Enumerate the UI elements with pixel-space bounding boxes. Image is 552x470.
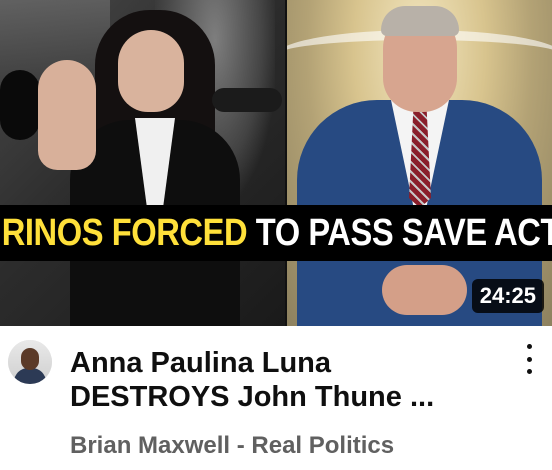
banner-yellow-text: RINOS FORCED	[1, 211, 248, 254]
video-card[interactable]: RINOS FORCED TO PASS SAVE ACT??? 24:25 A…	[0, 0, 552, 470]
video-title-line2: DESTROYS John Thune ...	[70, 381, 435, 413]
channel-avatar[interactable]	[8, 340, 52, 384]
thumbnail-left-photo	[0, 0, 285, 326]
vertical-ellipsis-icon	[526, 344, 532, 349]
microphone-shape	[0, 70, 40, 140]
thumbnail-right-photo	[287, 0, 552, 326]
banner-text: RINOS FORCED TO PASS SAVE ACT???	[0, 212, 552, 255]
more-actions-button[interactable]	[516, 344, 542, 374]
duration-badge: 24:25	[471, 279, 544, 313]
channel-name[interactable]: Brian Maxwell - Real Politics	[70, 432, 394, 460]
banner-white-text: TO PASS SAVE ACT	[247, 211, 552, 254]
video-thumbnail[interactable]: RINOS FORCED TO PASS SAVE ACT??? 24:25	[0, 0, 552, 326]
video-title[interactable]: Anna Paulina Luna DESTROYS John Thune ..…	[70, 346, 490, 414]
video-title-line1: Anna Paulina Luna	[70, 347, 332, 379]
microphone-shape	[212, 88, 282, 112]
thumbnail-banner: RINOS FORCED TO PASS SAVE ACT???	[0, 205, 552, 261]
